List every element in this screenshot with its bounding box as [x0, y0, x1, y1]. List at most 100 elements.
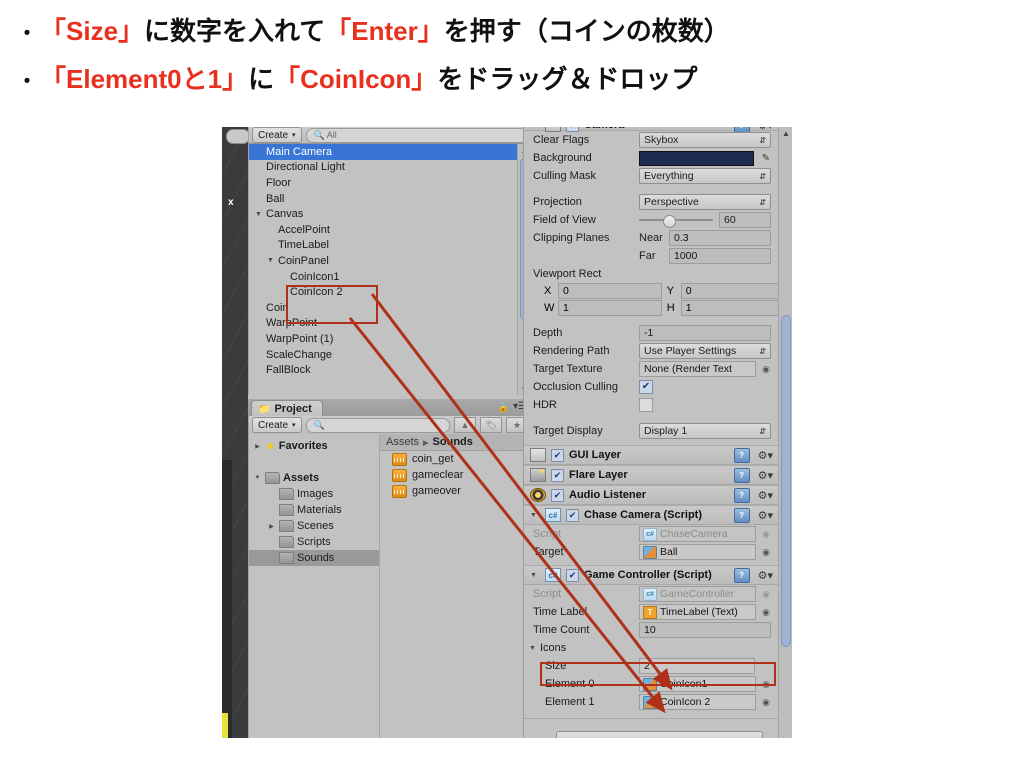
inspector-scrollbar[interactable]: ▲ [778, 127, 792, 738]
component-enabled-checkbox[interactable]: ✔ [551, 488, 564, 502]
hierarchy-item[interactable]: Floor [249, 175, 517, 191]
hierarchy-item[interactable]: ▼ CoinPanel [249, 253, 517, 269]
element-1-field[interactable]: CoinIcon 2 [639, 694, 756, 710]
chevron-down-icon[interactable]: ▼ [267, 257, 278, 264]
gear-icon[interactable]: ⚙▾ [758, 127, 773, 132]
project-tree-item[interactable]: Sounds [249, 550, 379, 566]
background-color-swatch[interactable] [639, 150, 754, 166]
breadcrumb-item-1[interactable]: Sounds [433, 436, 473, 448]
gear-icon[interactable]: ⚙▾ [758, 569, 773, 582]
component-header[interactable]: ✔ Audio Listener? ⚙▾ [524, 485, 779, 505]
lock-icon[interactable]: 🔒 [498, 402, 509, 413]
game-view-close-icon[interactable]: x [228, 197, 234, 208]
hierarchy-item[interactable]: FallBlock [249, 362, 517, 378]
object-picker-icon[interactable]: ◉ [759, 679, 773, 690]
add-component-button[interactable] [556, 731, 763, 738]
tab-project[interactable]: 📁 Project [251, 400, 323, 417]
chase-script-field[interactable]: c# ChaseCamera [639, 526, 756, 542]
asset-item[interactable]: gameover [380, 483, 531, 499]
scroll-up-icon[interactable]: ▲ [779, 127, 792, 139]
object-picker-icon[interactable]: ◉ [759, 607, 773, 618]
chevron-down-icon[interactable]: ▼ [530, 512, 540, 519]
chevron-down-icon[interactable]: ▼ [530, 572, 540, 579]
object-picker-icon[interactable]: ◉ [759, 364, 773, 375]
depth-input[interactable]: -1 [639, 325, 771, 341]
hierarchy-item[interactable]: TimeLabel [249, 238, 517, 254]
target-texture-field[interactable]: None (Render Text [639, 361, 756, 377]
chevron-toggle-icon[interactable]: ▶ [267, 523, 276, 530]
hierarchy-search-input[interactable]: 🔍 All [305, 127, 528, 143]
help-icon[interactable]: ? [733, 567, 750, 583]
component-enabled-checkbox[interactable]: ✔ [551, 468, 564, 482]
project-tree-item[interactable]: ▶ Scenes [249, 518, 379, 534]
hierarchy-item[interactable]: Ball [249, 191, 517, 207]
chase-camera-enabled-checkbox[interactable]: ✔ [566, 508, 579, 522]
asset-list[interactable]: coin_get gameclear gameover [380, 451, 531, 499]
project-tree-item[interactable]: Images [249, 486, 379, 502]
project-tree-item[interactable]: ▶ ★ Favorites [249, 438, 379, 454]
gear-icon[interactable]: ⚙▾ [758, 449, 773, 462]
chevron-down-icon[interactable]: ▼ [530, 127, 540, 129]
time-count-input[interactable]: 10 [639, 622, 771, 638]
object-picker-icon[interactable]: ◉ [759, 697, 773, 708]
vp-h-input[interactable]: 1 [680, 299, 779, 316]
filter-by-label-icon[interactable]: 🏷 [480, 417, 502, 433]
rendering-path-dropdown[interactable]: Use Player Settings ⇵ [639, 343, 771, 359]
project-create-button[interactable]: Create ▾ [252, 417, 302, 433]
chase-target-field[interactable]: Ball [639, 544, 756, 560]
help-icon[interactable]: ? [733, 487, 750, 503]
icons-size-input[interactable]: 2 [639, 658, 755, 674]
chevron-toggle-icon[interactable]: ▼ [253, 475, 262, 481]
component-header-chase-camera[interactable]: ▼ c# ✔ Chase Camera (Script) ? ⚙▾ [524, 505, 779, 525]
hierarchy-create-button[interactable]: Create ▾ [252, 127, 302, 143]
object-picker-icon[interactable]: ◉ [759, 529, 773, 540]
camera-enabled-checkbox[interactable]: ✔ [566, 127, 579, 132]
row-icons-foldout[interactable]: ▼ Icons [524, 639, 779, 657]
filter-by-type-icon[interactable]: ▲ [454, 417, 476, 433]
chevron-down-icon[interactable]: ▼ [529, 645, 540, 652]
component-header[interactable]: ✔ GUI Layer? ⚙▾ [524, 445, 779, 465]
help-icon[interactable]: ? [733, 507, 750, 523]
hierarchy-tree[interactable]: Main Camera Directional Light Floor Ball ▼ Ca… [249, 144, 517, 395]
object-picker-icon[interactable]: ◉ [759, 589, 773, 600]
hdr-checkbox[interactable] [639, 398, 653, 412]
component-header-game-controller[interactable]: ▼ c# ✔ Game Controller (Script) ? ⚙▾ [524, 565, 779, 585]
hierarchy-item[interactable]: Coin [249, 300, 517, 316]
hierarchy-item[interactable]: Main Camera [249, 144, 517, 160]
gc-script-field[interactable]: c# GameController [639, 586, 756, 602]
project-tree[interactable]: ▶ ★ Favorites ▼ Assets Images Materials ▶ Scenes… [249, 434, 380, 738]
near-input[interactable]: 0.3 [669, 230, 771, 246]
project-search-input[interactable]: 🔍 [305, 417, 450, 433]
gear-icon[interactable]: ⚙▾ [758, 509, 773, 522]
asset-item[interactable]: gameclear [380, 467, 531, 483]
hierarchy-item[interactable]: WarpPoint [249, 316, 517, 332]
asset-item[interactable]: coin_get [380, 451, 531, 467]
object-picker-icon[interactable]: ◉ [759, 547, 773, 558]
eyedropper-icon[interactable]: ✎ [759, 153, 773, 164]
hierarchy-item[interactable]: CoinIcon1 [249, 269, 517, 285]
element-0-field[interactable]: CoinIcon1 [639, 676, 756, 692]
project-tree-item[interactable]: Scripts [249, 534, 379, 550]
time-label-field[interactable]: T TimeLabel (Text) [639, 604, 756, 620]
scrollbar-thumb[interactable] [781, 315, 791, 647]
hierarchy-item[interactable]: CoinIcon 2 [249, 284, 517, 300]
hierarchy-item[interactable]: ▼ Canvas [249, 206, 517, 222]
hierarchy-item[interactable]: Directional Light [249, 160, 517, 176]
breadcrumb-item-0[interactable]: Assets [386, 436, 419, 448]
culling-mask-dropdown[interactable]: Everything ⇵ [639, 168, 771, 184]
gear-icon[interactable]: ⚙▾ [758, 469, 773, 482]
slider-knob[interactable] [663, 215, 676, 228]
game-controller-enabled-checkbox[interactable]: ✔ [566, 568, 579, 582]
help-icon[interactable]: ? [733, 447, 750, 463]
occlusion-culling-checkbox[interactable]: ✔ [639, 380, 653, 394]
fov-slider[interactable] [639, 213, 713, 228]
project-tree-item[interactable]: Materials [249, 502, 379, 518]
vp-w-input[interactable]: 1 [558, 299, 662, 316]
target-display-dropdown[interactable]: Display 1 ⇵ [639, 423, 771, 439]
hierarchy-item[interactable]: ScaleChange [249, 347, 517, 363]
projection-dropdown[interactable]: Perspective ⇵ [639, 194, 771, 210]
clear-flags-dropdown[interactable]: Skybox ⇵ [639, 132, 771, 148]
vp-x-input[interactable]: 0 [558, 282, 662, 299]
vp-y-input[interactable]: 0 [680, 282, 779, 299]
help-icon[interactable]: ? [733, 467, 750, 483]
